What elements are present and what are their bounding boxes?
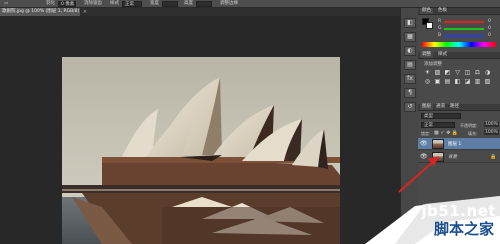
adjustment-icon[interactable]: ▽	[454, 70, 461, 76]
opera-house-photo	[62, 57, 340, 244]
tab-paths[interactable]: 路径	[448, 104, 461, 110]
adjustment-icon[interactable]: ⚖	[474, 70, 481, 76]
red-slider[interactable]	[444, 21, 484, 23]
opacity-input[interactable]: 100%	[484, 122, 499, 127]
document-tab[interactable]: 歌剧院.jpg @ 100% (图层 1, RGB/8)	[0, 8, 80, 16]
paragraph-icon[interactable]: ¶	[404, 88, 416, 98]
tab-color[interactable]: 颜色	[420, 8, 433, 14]
adjustment-icon[interactable]: ▣	[434, 79, 441, 85]
color-panel-tabs: 颜色 色板	[418, 8, 500, 15]
tab-channels[interactable]: 通道	[434, 104, 447, 110]
background-color-swatch[interactable]	[426, 22, 433, 29]
blend-mode-select[interactable]: 正常	[421, 122, 455, 128]
blue-label: B	[438, 33, 442, 38]
fill-input[interactable]: 100%	[484, 130, 499, 135]
layer-name[interactable]: 背景	[448, 154, 457, 160]
adjustment-icon[interactable]: ◎	[424, 79, 431, 85]
watermark: jb51.net 脚本之家	[355, 196, 500, 244]
layers-panel-tabs: 图层 通道 路径	[418, 104, 500, 111]
annotation-arrow	[398, 156, 439, 193]
style-select[interactable]: 正常	[122, 1, 142, 7]
adjustment-icon[interactable]: ◩	[444, 70, 451, 76]
layer-row-1[interactable]: 👁 图层 1	[418, 138, 500, 150]
layer-kind-filter[interactable]: 类型	[421, 113, 461, 119]
adjustment-icon[interactable]: ▥	[474, 79, 481, 85]
width-input[interactable]	[162, 1, 178, 7]
fill-label: 填充:	[468, 131, 478, 136]
swatches-icon[interactable]: ▦	[404, 32, 416, 42]
adjustment-icon[interactable]: ▧	[484, 79, 491, 85]
eye-icon[interactable]: 👁	[420, 140, 428, 147]
refine-edge-button[interactable]: 调整边缘	[220, 1, 238, 7]
tab-adjustments[interactable]: 调整	[420, 52, 433, 58]
watermark-site-name: 脚本之家	[433, 220, 494, 238]
color-spectrum[interactable]	[422, 42, 496, 47]
adjustment-icon[interactable]: ◪	[464, 79, 471, 85]
width-label: 宽度	[150, 1, 159, 6]
close-icon[interactable]: ×	[82, 8, 88, 16]
adjustment-icon[interactable]: ◑	[484, 70, 491, 76]
tool-preset-icon[interactable]: ▭	[4, 1, 8, 7]
red-value[interactable]: 0	[488, 19, 491, 24]
options-bar: ▭ 羽化 0 像素 消除锯齿 样式 正常 宽度 高度 调整边缘	[0, 0, 500, 8]
adjustment-icon[interactable]: ▨	[434, 70, 441, 76]
green-slider[interactable]	[444, 28, 484, 30]
adjustment-icon[interactable]: ☀	[424, 70, 431, 76]
lock-label: 锁定:	[421, 131, 431, 136]
layers-icon[interactable]: ▤	[404, 60, 416, 70]
adjustment-icon[interactable]: ◫	[464, 70, 471, 76]
tab-styles[interactable]: 样式	[436, 52, 449, 58]
blue-slider[interactable]	[444, 35, 484, 37]
layer-thumbnail	[432, 139, 444, 149]
adjustment-icon[interactable]: ▤	[444, 79, 451, 85]
color-icon[interactable]: ◧	[404, 18, 416, 28]
adjustments-icon[interactable]: ◐	[404, 46, 416, 56]
tab-layers[interactable]: 图层	[420, 104, 433, 110]
antialias-checkbox[interactable]: 消除锯齿	[84, 1, 102, 7]
feather-input[interactable]: 0 像素	[58, 1, 76, 7]
height-input[interactable]	[196, 1, 212, 7]
tab-swatches[interactable]: 色板	[436, 8, 449, 14]
opacity-label: 不透明度:	[460, 123, 478, 128]
green-value[interactable]: 0	[488, 26, 491, 31]
add-adjustment-label: 添加调整	[424, 62, 442, 67]
adjustments-panel-tabs: 调整 样式	[418, 52, 500, 59]
canvas-image[interactable]	[62, 57, 340, 244]
green-label: G	[438, 26, 442, 31]
history-icon[interactable]: ↺	[404, 102, 416, 112]
layer-name[interactable]: 图层 1	[448, 141, 461, 147]
adjustment-icon[interactable]: ◧	[454, 79, 461, 85]
lock-icon: 🔒	[490, 154, 497, 160]
styles-icon[interactable]: fx	[404, 74, 416, 84]
style-label: 样式	[110, 1, 119, 6]
lock-icons[interactable]: ▩ ✓ ✥ 🔒	[434, 130, 458, 136]
height-label: 高度	[184, 1, 193, 6]
blue-value[interactable]: 0	[488, 33, 491, 38]
red-label: R	[438, 19, 442, 24]
feather-label: 羽化	[46, 1, 55, 6]
